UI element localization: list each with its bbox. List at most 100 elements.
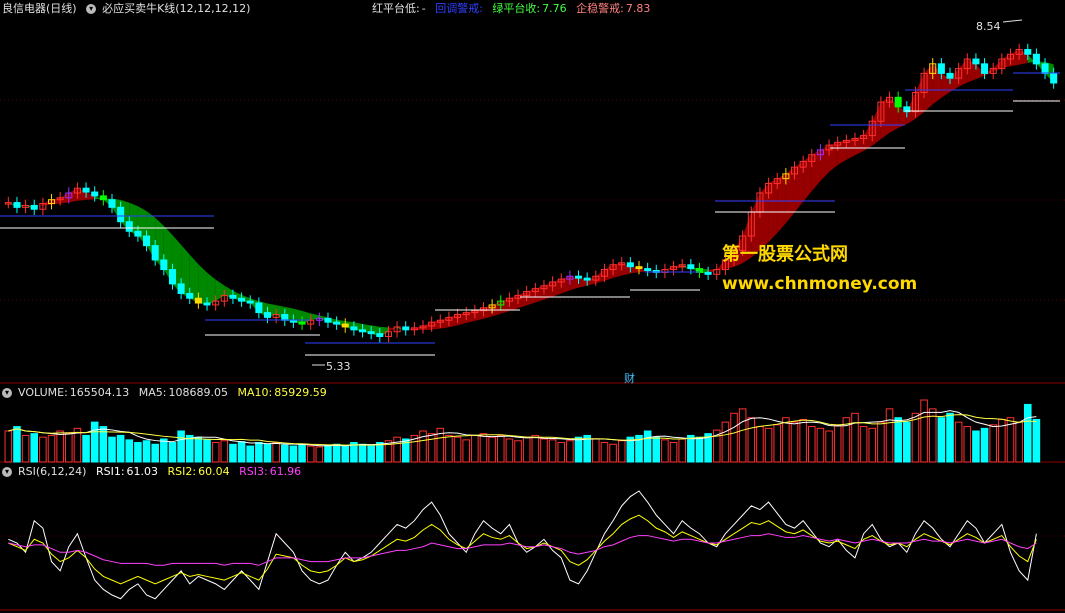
trend-band-segment <box>794 161 804 213</box>
volume-bar <box>298 443 306 463</box>
volume-bar <box>168 442 177 463</box>
candle-body <box>289 319 297 323</box>
candle-body <box>117 206 125 223</box>
candle-body <box>238 297 246 302</box>
candle-body <box>134 230 142 237</box>
trend-band-segment <box>880 97 890 140</box>
volume-bar <box>211 442 220 463</box>
trend-band-segment <box>785 167 795 224</box>
platform-header: 红平台低: - 回调警戒: 绿平台收: 7.76 企稳警戒: 7.83 <box>372 2 656 16</box>
trend-band-segment <box>388 326 398 332</box>
volume-bar <box>514 440 522 463</box>
rsi-label: RSI(6,12,24) <box>18 465 87 478</box>
volume-bar <box>695 436 704 463</box>
candle-body <box>82 187 90 193</box>
volume-bar <box>471 434 479 463</box>
event-marker-2[interactable]: 财 <box>624 370 635 386</box>
trend-band-segment <box>483 304 493 319</box>
candle-body <box>168 269 176 285</box>
volume-bar <box>160 438 168 463</box>
candle-body <box>376 333 384 338</box>
stock-chart[interactable] <box>0 0 1065 613</box>
trend-band-segment <box>820 145 830 182</box>
volume-bar <box>764 427 773 463</box>
candle-body <box>255 302 263 314</box>
volume-bar <box>833 424 842 463</box>
volume-bar <box>782 417 790 463</box>
candle-body <box>644 268 652 271</box>
volume-bar <box>488 436 496 463</box>
volume-bar <box>272 442 280 463</box>
volume-bar <box>669 442 678 463</box>
candle-body <box>91 191 99 197</box>
trend-band-segment <box>846 138 855 160</box>
candle-body <box>186 292 194 299</box>
candle-body <box>981 63 989 74</box>
volume-bar <box>678 438 686 463</box>
volume-bar <box>851 412 859 463</box>
volume-bar <box>496 434 505 463</box>
volume-label: VOLUME: <box>18 386 68 399</box>
green-platform-close-value: 7.76 <box>542 2 567 15</box>
high-price-arrow <box>1002 19 1023 23</box>
rsi3-label: RSI3: <box>239 465 268 478</box>
volume-bar <box>1023 403 1032 463</box>
volume-bar <box>756 426 764 463</box>
trend-band-segment <box>958 59 968 87</box>
trend-band-segment <box>440 317 449 329</box>
volume-bar <box>937 417 946 463</box>
volume-bar <box>90 421 99 463</box>
volume-bar <box>911 412 920 463</box>
rsi1-value: 61.03 <box>126 465 159 478</box>
trend-band-segment <box>768 178 778 242</box>
candle-body <box>1041 63 1049 74</box>
candle-body <box>108 199 116 208</box>
trend-band-segment <box>518 291 527 309</box>
red-platform-low-value: - <box>421 2 426 15</box>
green-platform-close-label: 绿平台收: <box>492 2 541 15</box>
volume-bar <box>341 445 350 463</box>
volume-bar <box>721 421 730 463</box>
candle-body <box>281 314 289 321</box>
volume-bar <box>47 434 56 463</box>
volume-bar <box>903 421 911 463</box>
pullback-warning-label: 回调警戒: <box>435 2 483 15</box>
rsi-settings-icon[interactable]: ▾ <box>2 467 12 477</box>
watermark-title: 第一股票公式网 <box>722 244 848 265</box>
volume-bar <box>4 430 13 463</box>
ma10-value: 85929.59 <box>274 386 327 399</box>
ma5-label: MA5: <box>138 386 167 399</box>
trend-band-segment <box>777 173 786 233</box>
candle-body <box>1024 48 1032 55</box>
candle-body <box>324 317 332 323</box>
volume-bar <box>289 445 298 463</box>
candle-body <box>229 294 237 299</box>
candle-body <box>177 283 185 294</box>
ma10-label: MA10: <box>237 386 273 399</box>
volume-bar <box>972 430 980 463</box>
volume-bar <box>531 434 540 463</box>
volume-bar <box>877 421 885 463</box>
candle-body <box>894 96 902 108</box>
volume-settings-icon[interactable]: ▾ <box>2 388 12 398</box>
volume-bar <box>946 412 954 463</box>
volume-bar <box>825 430 833 463</box>
stable-warning-value: 7.83 <box>625 2 651 15</box>
volume-bar <box>332 443 341 463</box>
volume-bar <box>280 444 289 463</box>
candle-body <box>246 300 254 304</box>
trend-band-segment <box>924 63 933 112</box>
trend-band-segment <box>310 313 320 321</box>
volume-bar <box>263 443 272 463</box>
volume-bar <box>108 436 116 463</box>
candle-body <box>99 195 107 201</box>
volume-bar <box>609 443 617 463</box>
volume-bar <box>419 430 427 463</box>
trend-band-segment <box>604 264 614 281</box>
trend-band-segment <box>837 140 847 165</box>
candle-body <box>1032 53 1040 65</box>
volume-bar <box>738 408 747 463</box>
indicator-settings-icon[interactable]: ▾ <box>86 4 97 14</box>
volume-bar <box>237 441 246 463</box>
volume-bar <box>790 421 799 463</box>
